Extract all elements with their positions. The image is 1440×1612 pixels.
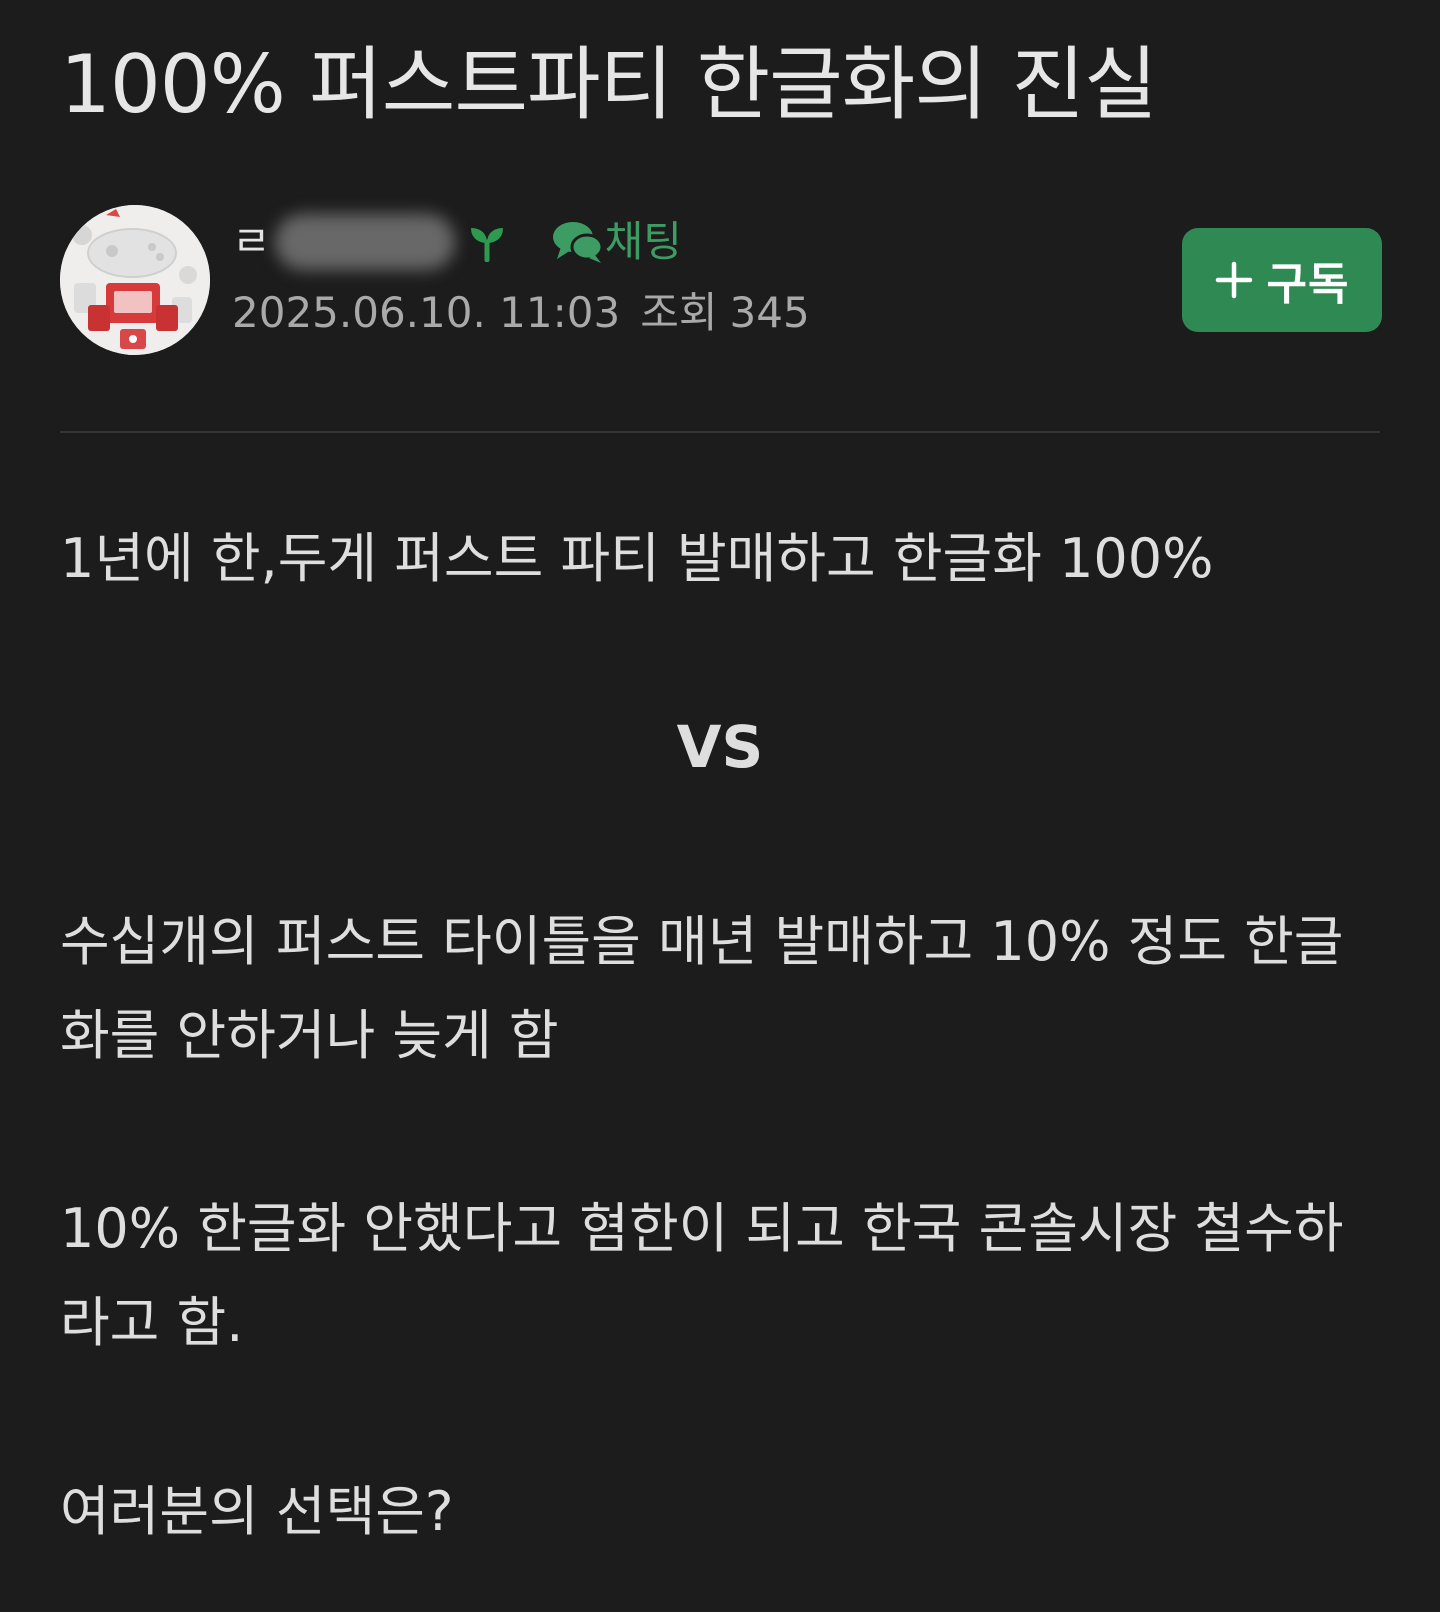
post-view: 100% 퍼스트파티 한글화의 진실 ㄹ 채팅 2025.06.10. 11:0… <box>0 0 1440 1612</box>
author-name-row: ㄹ 채팅 <box>232 205 682 279</box>
avatar[interactable] <box>60 205 210 355</box>
content-paragraph-1: 1년에 한,두게 퍼스트 파티 발매하고 한글화 100% <box>60 527 1214 590</box>
post-date: 2025.06.10. 11:03 <box>232 288 621 337</box>
plus-icon <box>1215 261 1253 299</box>
post-title: 100% 퍼스트파티 한글화의 진실 <box>60 38 1158 131</box>
post-meta: 2025.06.10. 11:03 조회 345 <box>232 283 810 343</box>
content-paragraph-4: 여러분의 선택은? <box>60 1480 454 1543</box>
subscribe-button[interactable]: 구독 <box>1182 228 1382 332</box>
avatar-image <box>60 205 210 355</box>
chat-link[interactable]: 채팅 <box>551 205 682 279</box>
content-paragraph-3: 10% 한글화 안했다고 혐한이 되고 한국 콘솔시장 철수하라고 함. <box>60 1197 1344 1354</box>
author-nickname[interactable]: ㄹ <box>232 205 271 279</box>
views-label: 조회 <box>640 288 718 337</box>
author-bar: ㄹ 채팅 2025.06.10. 11:03 조회 345 구독 <box>60 205 1382 357</box>
content-vs: VS <box>676 713 764 781</box>
content-paragraph-2: 수십개의 퍼스트 타이틀을 매년 발매하고 10% 정도 한글화를 안하거나 늦… <box>60 910 1344 1067</box>
nickname-redaction <box>274 214 455 270</box>
chat-label: 채팅 <box>604 217 682 266</box>
chat-bubbles-icon <box>551 219 605 265</box>
views-count: 345 <box>729 288 810 337</box>
divider <box>60 431 1380 433</box>
subscribe-label: 구독 <box>1266 259 1350 310</box>
sprout-icon <box>467 222 507 263</box>
